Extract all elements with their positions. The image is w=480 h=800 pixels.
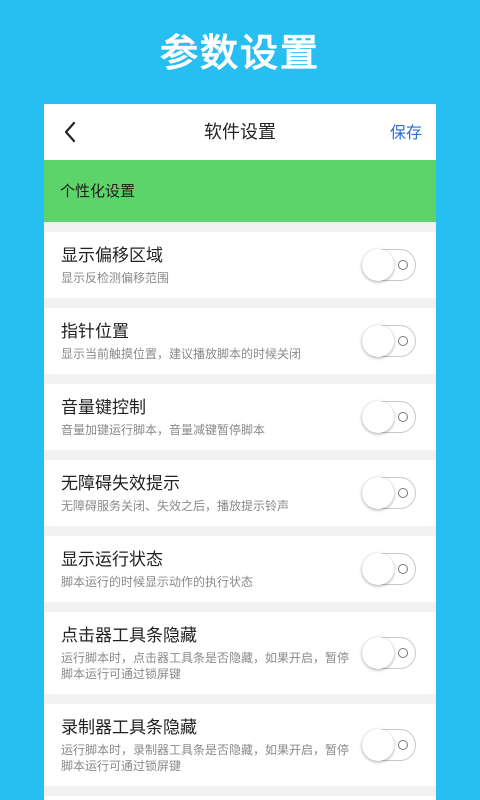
setting-show-run-status: 显示运行状态 脚本运行的时候显示动作的执行状态 bbox=[44, 536, 436, 602]
toggle-knob bbox=[362, 637, 394, 669]
page-title: 软件设置 bbox=[204, 122, 276, 143]
settings-list: 显示偏移区域 显示反检测偏移范围 指针位置 显示当前触摸位置，建议播放脚本的时候… bbox=[44, 232, 436, 800]
setting-show-offset-area: 显示偏移区域 显示反检测偏移范围 bbox=[44, 232, 436, 298]
setting-description: 显示当前触摸位置，建议播放脚本的时候关闭 bbox=[61, 347, 302, 361]
setting-volume-key-control: 音量键控制 音量加键运行脚本，音量减键暂停脚本 bbox=[44, 384, 436, 450]
toggle-switch[interactable] bbox=[362, 637, 416, 669]
hero-title: 参数设置 bbox=[159, 31, 320, 75]
setting-accessibility-failure-alert: 无障碍失效提示 无障碍服务关闭、失效之后，播放提示铃声 bbox=[44, 460, 436, 526]
setting-description: 运行脚本时，点击器工具条是否隐藏，如果开启，暂停脚本运行可通过锁屏键 bbox=[61, 651, 350, 681]
setting-description: 显示反检测偏移范围 bbox=[61, 271, 170, 285]
top-bar: 软件设置 保存 bbox=[44, 104, 436, 160]
toggle-switch[interactable] bbox=[362, 325, 416, 357]
off-indicator-icon bbox=[398, 564, 408, 574]
toggle-switch[interactable] bbox=[362, 729, 416, 761]
phone-screen: 软件设置 保存 个性化设置 显示偏移区域 显示反检测偏移范围 指针位置 显示当前… bbox=[44, 104, 436, 800]
off-indicator-icon bbox=[398, 412, 408, 422]
toggle-switch[interactable] bbox=[362, 401, 416, 433]
off-indicator-icon bbox=[398, 336, 408, 346]
setting-title: 显示偏移区域 bbox=[61, 246, 163, 266]
toggle-knob bbox=[362, 401, 394, 433]
setting-description: 运行脚本时，录制器工具条是否隐藏，如果开启，暂停脚本运行可通过锁屏键 bbox=[61, 743, 350, 773]
toggle-knob bbox=[362, 249, 394, 281]
toggle-knob bbox=[362, 325, 394, 357]
toggle-switch[interactable] bbox=[362, 477, 416, 509]
setting-pointer-position: 指针位置 显示当前触摸位置，建议播放脚本的时候关闭 bbox=[44, 308, 436, 374]
toggle-switch[interactable] bbox=[362, 553, 416, 585]
toggle-switch[interactable] bbox=[362, 249, 416, 281]
off-indicator-icon bbox=[398, 260, 408, 270]
setting-description: 脚本运行的时候显示动作的执行状态 bbox=[61, 575, 254, 589]
save-button[interactable]: 保存 bbox=[390, 104, 422, 162]
off-indicator-icon bbox=[398, 740, 408, 750]
toggle-knob bbox=[362, 477, 394, 509]
off-indicator-icon bbox=[398, 488, 408, 498]
setting-description: 音量加键运行脚本，音量减键暂停脚本 bbox=[61, 423, 266, 437]
setting-title: 点击器工具条隐藏 bbox=[61, 626, 197, 646]
setting-description: 无障碍服务关闭、失效之后，播放提示铃声 bbox=[61, 499, 290, 513]
setting-clicker-toolbar-hide: 点击器工具条隐藏 运行脚本时，点击器工具条是否隐藏，如果开启，暂停脚本运行可通过… bbox=[44, 612, 436, 694]
setting-title: 录制器工具条隐藏 bbox=[61, 718, 197, 738]
setting-title: 指针位置 bbox=[61, 322, 129, 342]
screen: 参数设置 软件设置 保存 个性化设置 显示偏移区域 显示反检测偏移范围 指针位置… bbox=[0, 0, 480, 800]
section-header-personalization: 个性化设置 bbox=[44, 160, 436, 222]
toggle-knob bbox=[362, 729, 394, 761]
toggle-knob bbox=[362, 553, 394, 585]
setting-title: 音量键控制 bbox=[61, 398, 146, 418]
setting-title: 显示运行状态 bbox=[61, 550, 163, 570]
setting-recorder-toolbar-hide: 录制器工具条隐藏 运行脚本时，录制器工具条是否隐藏，如果开启，暂停脚本运行可通过… bbox=[44, 704, 436, 786]
list-item-partial bbox=[44, 796, 436, 800]
off-indicator-icon bbox=[398, 648, 408, 658]
setting-title: 无障碍失效提示 bbox=[61, 474, 180, 494]
